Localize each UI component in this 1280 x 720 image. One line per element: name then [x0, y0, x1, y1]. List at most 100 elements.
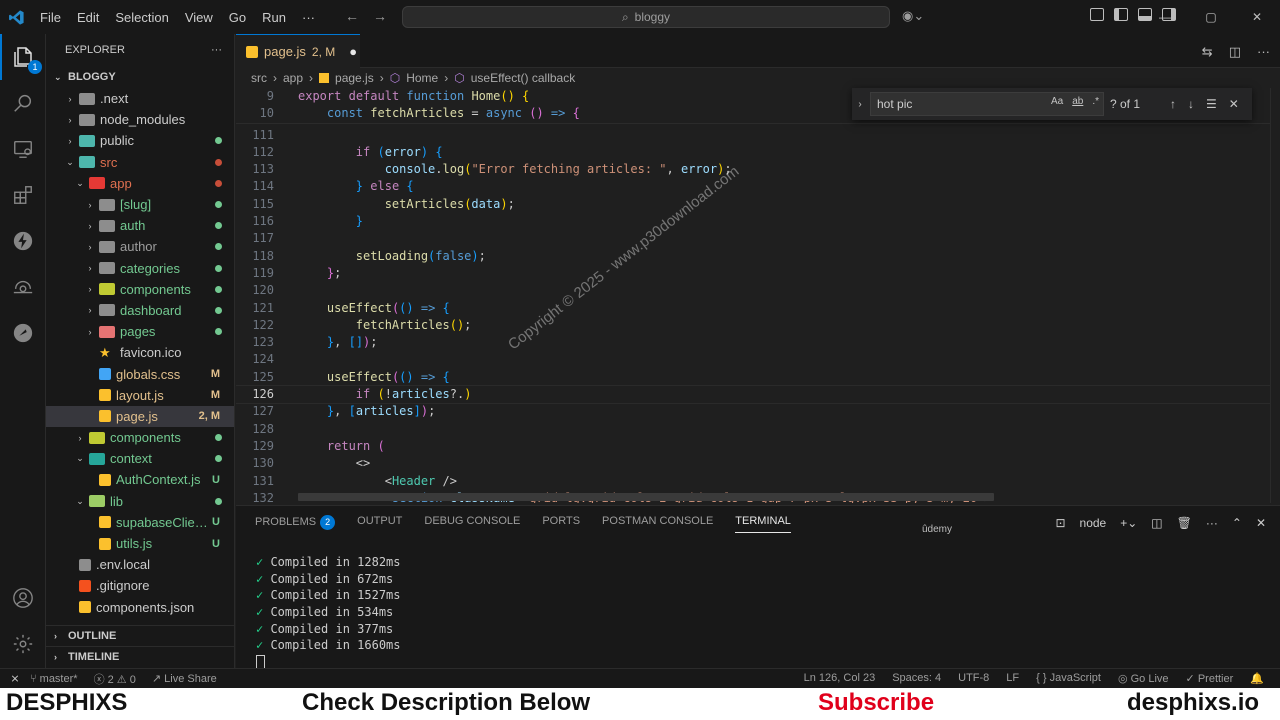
tree-item[interactable]: ⌄ lib — [46, 491, 234, 512]
tree-item[interactable]: › pages — [46, 321, 234, 342]
horizontal-scrollbar[interactable] — [298, 493, 994, 501]
timeline-section[interactable]: › TIMELINE — [46, 646, 234, 667]
command-center-search[interactable]: ⌕ bloggy — [402, 6, 890, 28]
minimize-icon[interactable]: — — [1142, 0, 1188, 34]
tree-item[interactable]: › [slug] — [46, 194, 234, 215]
tree-item[interactable]: › auth — [46, 215, 234, 236]
tree-item[interactable]: › .next — [46, 88, 234, 109]
remote-indicator-icon[interactable]: ⨯ — [0, 672, 30, 685]
problems-status[interactable]: ⓧ 2 ⚠ 0 — [94, 671, 136, 687]
cursor-position[interactable]: Ln 126, Col 23 — [804, 672, 876, 685]
tree-item[interactable]: ★ favicon.ico — [46, 342, 234, 363]
tab-ports[interactable]: PORTS — [542, 515, 580, 533]
menu-more[interactable]: ··· — [294, 10, 323, 25]
breadcrumb-src[interactable]: src — [251, 71, 267, 85]
extensions-icon[interactable] — [0, 172, 46, 218]
unsaved-dot-icon[interactable]: ● — [349, 44, 357, 59]
kill-terminal-trash-icon[interactable]: 🗑 — [1177, 516, 1192, 530]
tree-item[interactable]: › components — [46, 279, 234, 300]
tree-item[interactable]: .env.local — [46, 554, 234, 575]
split-terminal-icon[interactable]: ◫ — [1151, 516, 1162, 530]
tab-terminal[interactable]: TERMINAL — [735, 515, 791, 533]
account-icon[interactable] — [0, 575, 46, 621]
more-actions-icon[interactable]: ··· — [1257, 44, 1270, 60]
tab-output[interactable]: OUTPUT — [357, 515, 402, 533]
tree-item[interactable]: page.js 2, M — [46, 405, 234, 427]
maximize-icon[interactable]: ▢ — [1188, 0, 1234, 34]
menu-run[interactable]: Run — [254, 10, 294, 25]
tree-item[interactable]: .gitignore — [46, 575, 234, 596]
tree-item[interactable]: ⌄ app — [46, 173, 234, 194]
tree-item[interactable]: ⌄ src — [46, 152, 234, 173]
tree-item[interactable]: › categories — [46, 258, 234, 279]
menu-edit[interactable]: Edit — [69, 10, 107, 25]
find-input[interactable]: hot pic Aa ab .* — [870, 92, 1104, 116]
toggle-replace-icon[interactable]: › — [852, 99, 868, 110]
toggle-sidebar-icon[interactable] — [1114, 8, 1128, 21]
notifications-bell-icon[interactable]: 🔔 — [1250, 672, 1264, 685]
tree-item[interactable]: layout.js M — [46, 385, 234, 406]
tree-item[interactable]: globals.css M — [46, 363, 234, 384]
use-regex-button[interactable]: .* — [1092, 96, 1099, 107]
thunder-client-icon[interactable] — [0, 218, 46, 264]
menu-selection[interactable]: Selection — [107, 10, 176, 25]
menu-go[interactable]: Go — [221, 10, 254, 25]
outline-section[interactable]: › OUTLINE — [46, 625, 234, 646]
live-share-button[interactable]: ↗ Live Share — [152, 672, 217, 685]
tree-item[interactable]: AuthContext.js U — [46, 469, 234, 490]
customize-layout-icon[interactable] — [1090, 8, 1104, 21]
breadcrumb-callback[interactable]: useEffect() callback — [471, 71, 576, 85]
manage-gear-icon[interactable] — [0, 621, 46, 667]
tree-item[interactable]: components.json — [46, 597, 234, 618]
language-mode[interactable]: { } JavaScript — [1036, 672, 1101, 685]
copilot-icon[interactable]: ◉⌄ — [902, 8, 924, 24]
tree-item[interactable]: › public — [46, 130, 234, 151]
tree-item[interactable]: › dashboard — [46, 300, 234, 321]
prettier-button[interactable]: ✓ Prettier — [1186, 672, 1234, 685]
encoding[interactable]: UTF-8 — [958, 672, 989, 685]
forward-arrow-icon[interactable]: → — [373, 8, 387, 24]
vertical-scrollbar[interactable] — [1270, 88, 1280, 503]
compare-changes-icon[interactable]: ⇆ — [1202, 44, 1213, 60]
explorer-more-button[interactable]: ··· — [211, 44, 222, 56]
previous-match-arrow-icon[interactable]: ↑ — [1170, 97, 1176, 111]
menu-view[interactable]: View — [177, 10, 221, 25]
end-of-line[interactable]: LF — [1006, 672, 1019, 685]
tree-item[interactable]: supabaseClien... U — [46, 512, 234, 533]
new-terminal-plus-icon[interactable]: +⌄ — [1120, 516, 1137, 530]
remote-icon[interactable] — [0, 264, 46, 310]
tree-item[interactable]: › author — [46, 236, 234, 257]
workspace-root[interactable]: ⌄ BLOGGY — [46, 66, 234, 88]
tree-item[interactable]: utils.js U — [46, 533, 234, 554]
indentation[interactable]: Spaces: 4 — [892, 672, 941, 685]
tree-item[interactable]: › node_modules — [46, 109, 234, 130]
back-arrow-icon[interactable]: ← — [345, 8, 359, 24]
maximize-panel-chevron-icon[interactable]: ⌃ — [1232, 516, 1242, 530]
tab-debug-console[interactable]: DEBUG CONSOLE — [424, 515, 520, 533]
more-terminal-icon[interactable]: ··· — [1206, 516, 1218, 530]
tab-problems[interactable]: PROBLEMS 2 — [255, 515, 336, 533]
remote-explorer-icon[interactable] — [0, 126, 46, 172]
close-panel-icon[interactable]: ✕ — [1256, 516, 1266, 530]
code-editor[interactable]: 9 export default function Home() {10 cons… — [236, 88, 1270, 503]
explorer-icon[interactable]: 1 — [0, 34, 46, 80]
git-branch[interactable]: ⑂ master* — [30, 673, 78, 685]
close-find-icon[interactable]: ✕ — [1229, 97, 1239, 111]
search-view-icon[interactable] — [0, 80, 46, 126]
tab-postman-console[interactable]: POSTMAN CONSOLE — [602, 515, 713, 533]
postman-icon[interactable] — [0, 310, 46, 356]
breadcrumb-function[interactable]: Home — [406, 71, 438, 85]
close-window-icon[interactable]: ✕ — [1234, 0, 1280, 34]
tree-item[interactable]: ⌄ context — [46, 448, 234, 469]
tree-item[interactable]: › components — [46, 427, 234, 448]
next-match-arrow-icon[interactable]: ↓ — [1188, 97, 1194, 111]
tab-page-js[interactable]: page.js 2, M ● — [236, 34, 360, 68]
match-case-button[interactable]: Aa — [1051, 96, 1063, 107]
match-whole-word-button[interactable]: ab — [1072, 96, 1083, 107]
terminal-output[interactable]: ✓ Compiled in 1282ms ✓ Compiled in 672ms ✓… — [256, 554, 401, 671]
split-editor-icon[interactable]: ◫ — [1229, 44, 1241, 60]
terminal-name[interactable]: node — [1080, 516, 1107, 530]
menu-file[interactable]: File — [32, 10, 69, 25]
go-live-button[interactable]: ◎ Go Live — [1118, 672, 1169, 685]
find-in-selection-icon[interactable]: ☰ — [1206, 97, 1217, 111]
